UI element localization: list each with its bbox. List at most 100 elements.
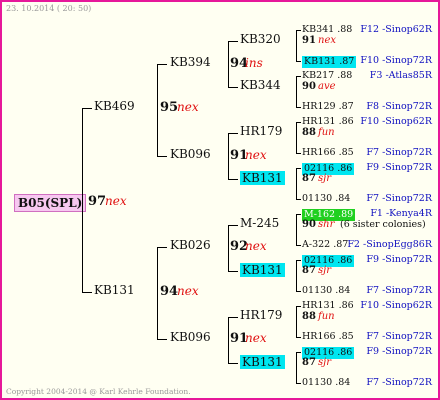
gen1-tag: nex [177, 284, 199, 298]
gen4-top-location: F10 -Sinop62R [360, 300, 432, 311]
connector-line [82, 108, 92, 109]
gen3-queen[interactable]: KB344 [240, 79, 281, 91]
gen3-queen[interactable]: M-245 [240, 217, 279, 229]
copyright: Copyright 2004-2014 @ Karl Kehrle Founda… [6, 387, 191, 396]
gen4-tag: sjr [318, 265, 332, 276]
gen4-bottom-queen[interactable]: 01130 .84 [302, 194, 350, 204]
gen4-bottom-queen[interactable]: HR166 .85 [302, 332, 354, 342]
gen4-year: 90 [302, 219, 316, 230]
connector-line [296, 214, 301, 215]
connector-line [296, 337, 301, 338]
gen3-queen[interactable]: HR179 [240, 309, 282, 321]
gen4-note: (6 sister colonies) [340, 219, 426, 230]
gen1-queen[interactable]: KB469 [94, 100, 135, 112]
gen4-top-location: F9 -Sinop72R [366, 162, 432, 173]
connector-line [296, 122, 297, 153]
connector-line [296, 306, 297, 337]
gen4-tag: shr [318, 219, 335, 230]
gen4-top-location: F9 -Sinop72R [366, 346, 432, 357]
gen4-year: 87 [302, 357, 316, 368]
timestamp: 23. 10.2014 ( 20: 50) [6, 4, 92, 13]
connector-line [296, 107, 301, 108]
gen3-queen[interactable]: KB131 [240, 355, 285, 369]
pedigree-frame: 23. 10.2014 ( 20: 50) Copyright 2004-201… [0, 0, 440, 400]
connector-line [296, 245, 301, 246]
connector-line [296, 153, 301, 154]
gen4-tag: sjr [318, 357, 332, 368]
connector-line [228, 179, 238, 180]
connector-line [296, 383, 301, 384]
gen4-bottom-queen[interactable]: KB131 .87 [302, 56, 357, 68]
gen1-queen[interactable]: KB131 [94, 284, 135, 296]
connector-line [296, 61, 301, 62]
gen3-queen[interactable]: KB131 [240, 171, 285, 185]
connector-line [296, 168, 301, 169]
root-tag: nex [105, 194, 127, 208]
gen4-year: 90 [302, 81, 316, 92]
connector-line [228, 133, 238, 134]
gen4-top-location: F3 -Atlas85R [369, 70, 432, 81]
gen4-bottom-location: F7 -Sinop72R [366, 377, 432, 388]
connector-line [228, 317, 229, 363]
gen4-year: 87 [302, 173, 316, 184]
gen4-year: 88 [302, 311, 316, 322]
gen4-tag: sjr [318, 173, 332, 184]
root-queen[interactable]: B05(SPL) [14, 194, 87, 212]
connector-line [296, 199, 301, 200]
gen4-tag: fun [318, 127, 335, 138]
connector-line [296, 214, 297, 245]
gen4-top-queen[interactable]: HR131 .86 [302, 117, 354, 127]
gen4-year: 91 [302, 35, 316, 46]
gen4-tag: fun [318, 311, 335, 322]
connector-line [296, 168, 297, 199]
gen4-top-location: F1 -Kenya4R [370, 208, 432, 219]
gen4-tag: ave [318, 81, 336, 92]
gen4-bottom-queen[interactable]: A-322 .87 [302, 240, 348, 250]
gen4-bottom-location: F7 -Sinop72R [366, 193, 432, 204]
connector-line [82, 108, 83, 292]
connector-line [157, 64, 158, 156]
connector-line [296, 352, 297, 383]
connector-line [157, 247, 158, 339]
connector-line [228, 87, 238, 88]
gen1-year: 95 [160, 100, 179, 115]
connector-line [157, 64, 167, 65]
connector-line [157, 339, 167, 340]
gen4-top-location: F9 -Sinop72R [366, 254, 432, 265]
connector-line [296, 76, 301, 77]
gen3-queen[interactable]: KB131 [240, 263, 285, 277]
connector-line [228, 363, 238, 364]
gen2-tag: nex [245, 331, 267, 345]
gen2-queen[interactable]: KB394 [170, 56, 211, 68]
connector-line [296, 76, 297, 107]
gen3-queen[interactable]: HR179 [240, 125, 282, 137]
gen4-bottom-location: F7 -Sinop72R [366, 285, 432, 296]
gen4-bottom-queen[interactable]: HR166 .85 [302, 148, 354, 158]
connector-line [296, 260, 297, 291]
connector-line [296, 122, 301, 123]
connector-line [228, 317, 238, 318]
gen4-year: 88 [302, 127, 316, 138]
root-year: 97 [88, 194, 107, 209]
gen4-bottom-queen[interactable]: 01130 .84 [302, 286, 350, 296]
gen2-queen[interactable]: KB026 [170, 239, 211, 251]
connector-line [228, 41, 229, 87]
gen4-bottom-queen[interactable]: HR129 .87 [302, 102, 354, 112]
gen4-top-queen[interactable]: HR131 .86 [302, 301, 354, 311]
gen2-queen[interactable]: KB096 [170, 331, 211, 343]
connector-line [296, 306, 301, 307]
gen4-bottom-queen[interactable]: 01130 .84 [302, 378, 350, 388]
connector-line [228, 225, 229, 271]
gen4-year: 87 [302, 265, 316, 276]
gen4-tag: nex [318, 35, 336, 46]
gen4-top-queen[interactable]: KB217 .88 [302, 71, 352, 81]
gen4-bottom-location: F10 -Sinop72R [360, 55, 432, 66]
connector-line [82, 292, 92, 293]
gen4-bottom-location: F8 -Sinop72R [366, 101, 432, 112]
connector-line [296, 30, 301, 31]
connector-line [296, 291, 301, 292]
gen4-bottom-location: F7 -Sinop72R [366, 147, 432, 158]
gen2-queen[interactable]: KB096 [170, 148, 211, 160]
gen3-queen[interactable]: KB320 [240, 33, 281, 45]
gen4-top-queen[interactable]: KB341 .88 [302, 25, 352, 35]
